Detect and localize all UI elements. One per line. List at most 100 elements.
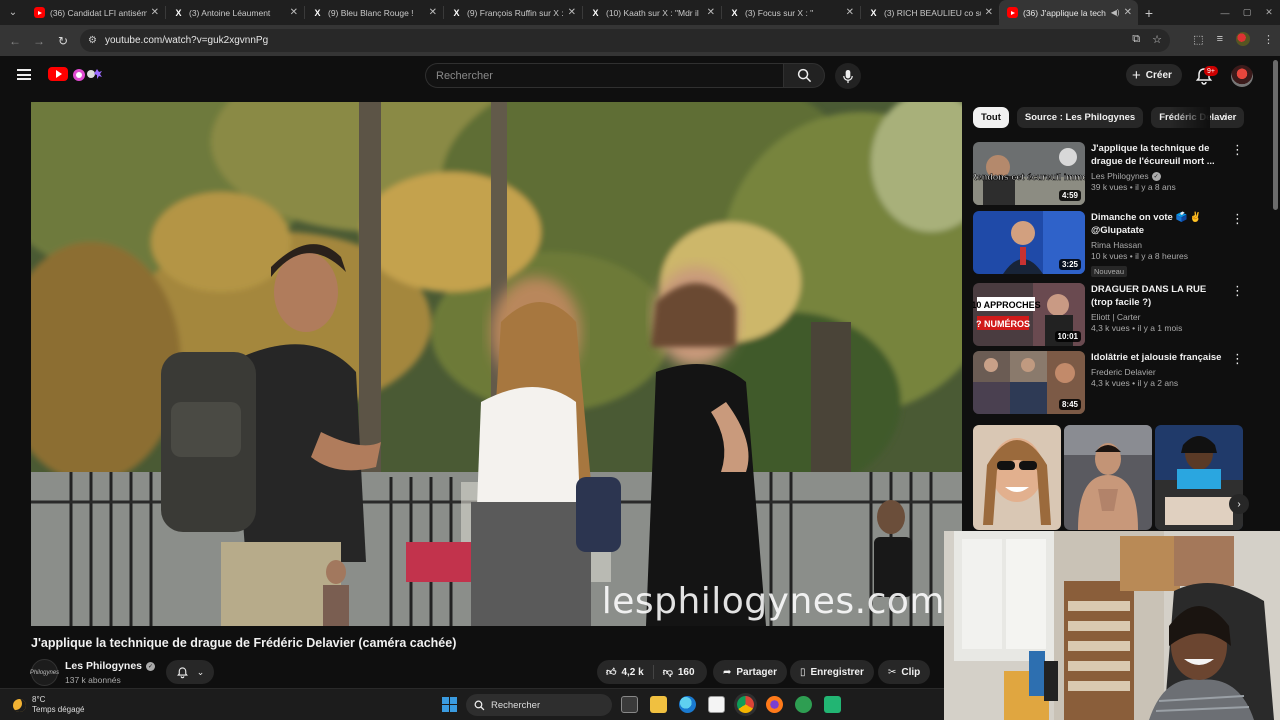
windows-start-icon[interactable] bbox=[442, 697, 457, 712]
browser-tab-4[interactable]: X (9) François Ruffin sur X : ✕ bbox=[443, 0, 582, 25]
address-bar[interactable]: ⚙ youtube.com/watch?v=guk2xgvnnPg ⧉ ☆ bbox=[80, 29, 1170, 52]
clip-button[interactable]: ✂ Clip bbox=[878, 660, 931, 684]
profile-avatar-icon[interactable] bbox=[1236, 32, 1250, 46]
microsoft-store-icon[interactable] bbox=[708, 696, 725, 713]
recommendation-item[interactable]: 3:25 Dimanche on vote 🗳️ ✌️ @Glupatate R… bbox=[973, 211, 1244, 277]
speaker-icon[interactable]: ◀) bbox=[1111, 8, 1120, 17]
x-favicon-icon: X bbox=[870, 7, 877, 18]
channel-avatar[interactable]: Philogynes bbox=[29, 659, 60, 686]
verified-check-icon: ✓ bbox=[1151, 171, 1161, 181]
site-info-icon[interactable]: ⚙ bbox=[88, 35, 97, 46]
search-input[interactable] bbox=[436, 69, 783, 82]
recommendation-thumbnail[interactable]: 3:25 bbox=[973, 211, 1085, 274]
weather-widget[interactable]: 8°C Temps dégagé bbox=[13, 695, 84, 715]
channel-name[interactable]: Les Philogynes ✓ bbox=[65, 660, 156, 672]
chip-source[interactable]: Source : Les Philogynes bbox=[1016, 107, 1144, 128]
chrome-icon[interactable] bbox=[737, 696, 754, 713]
search-button[interactable] bbox=[783, 63, 825, 88]
notification-count-badge: 9+ bbox=[1204, 66, 1218, 76]
recommendation-item[interactable]: 10 APPROCHES ? NUMÉROS 10:01 DRAGUER DAN… bbox=[973, 283, 1244, 347]
browser-menu-icon[interactable]: ⋮ bbox=[1263, 33, 1274, 46]
chevron-right-icon[interactable]: › bbox=[1217, 110, 1233, 124]
account-avatar[interactable] bbox=[1231, 65, 1253, 87]
tab-title: (3) RICH BEAULIEU co sur bbox=[884, 7, 981, 18]
menu-icon[interactable] bbox=[17, 69, 31, 80]
youtube-logo-icon[interactable] bbox=[48, 67, 68, 81]
green-app-icon[interactable] bbox=[824, 696, 841, 713]
forward-icon[interactable]: → bbox=[27, 34, 51, 48]
save-button[interactable]: ▯ Enregistrer bbox=[790, 660, 874, 684]
dislike-button[interactable]: 👎︎ 160 bbox=[654, 660, 704, 684]
task-view-icon[interactable] bbox=[621, 696, 638, 713]
tab-close-icon[interactable]: ✕ bbox=[985, 7, 993, 18]
recommendation-thumbnail[interactable]: 10 APPROCHES ? NUMÉROS 10:01 bbox=[973, 283, 1085, 346]
recommendation-item[interactable]: Rendons cet écureuil immo 4:59 J'appliqu… bbox=[973, 142, 1244, 206]
chip-all[interactable]: Tout bbox=[973, 107, 1009, 128]
browser-tab-5[interactable]: X (10) Kaath sur X : "Mdr il ✕ bbox=[582, 0, 721, 25]
moon-icon bbox=[13, 698, 26, 712]
tab-close-icon[interactable]: ✕ bbox=[151, 7, 159, 18]
tab-close-icon[interactable]: ✕ bbox=[429, 7, 437, 18]
short-thumbnail[interactable] bbox=[1064, 425, 1152, 530]
reading-list-icon[interactable]: ≡ bbox=[1217, 33, 1223, 45]
video-player[interactable]: lesphilogynes.com bbox=[31, 102, 962, 626]
browser-tab-1[interactable]: (36) Candidat LFI antisém ✕ bbox=[26, 0, 165, 25]
tab-close-icon[interactable]: ✕ bbox=[290, 7, 298, 18]
minimize-icon[interactable]: — bbox=[1214, 8, 1236, 18]
back-icon[interactable]: ← bbox=[3, 34, 27, 48]
taskbar-search[interactable]: Rechercher bbox=[466, 694, 612, 716]
close-window-icon[interactable]: ✕ bbox=[1258, 7, 1280, 18]
tab-search-chevron-icon[interactable]: ⌄ bbox=[0, 0, 26, 25]
firefox-icon[interactable] bbox=[766, 696, 783, 713]
bookmark-star-icon[interactable]: ☆ bbox=[1152, 33, 1162, 46]
like-button[interactable]: 👍︎ 4,2 k bbox=[597, 660, 653, 684]
channel-name-label: Les Philogynes bbox=[65, 660, 143, 672]
tab-close-icon[interactable]: ✕ bbox=[846, 7, 854, 18]
recommendation-thumbnail[interactable]: 8:45 bbox=[973, 351, 1085, 414]
reload-icon[interactable]: ↻ bbox=[51, 34, 75, 48]
more-options-icon[interactable]: ⋮ bbox=[1231, 212, 1244, 225]
recommendation-channel[interactable]: Frederic Delavier bbox=[1091, 367, 1229, 377]
voice-search-button[interactable] bbox=[835, 63, 861, 89]
edge-browser-icon[interactable] bbox=[679, 696, 696, 713]
extensions-icon[interactable]: ⬚ bbox=[1193, 33, 1203, 46]
file-explorer-icon[interactable] bbox=[650, 696, 667, 713]
tab-close-icon[interactable]: ✕ bbox=[1124, 7, 1132, 18]
x-favicon-icon: X bbox=[314, 7, 321, 18]
subscription-notifications-button[interactable]: ⌄ bbox=[166, 660, 214, 684]
more-options-icon[interactable]: ⋮ bbox=[1231, 143, 1244, 156]
short-thumbnail[interactable] bbox=[1155, 425, 1243, 530]
short-thumbnail[interactable] bbox=[973, 425, 1061, 530]
browser-tab-7[interactable]: X (3) RICH BEAULIEU co sur ✕ bbox=[860, 0, 999, 25]
browser-tab-6[interactable]: X (3) Focus sur X : " ✕ bbox=[721, 0, 860, 25]
app-icon[interactable] bbox=[795, 696, 812, 713]
share-button[interactable]: ➦ Partager bbox=[713, 660, 787, 684]
short-image bbox=[1155, 425, 1243, 530]
maximize-icon[interactable]: ▢ bbox=[1236, 7, 1258, 18]
clip-action: ✂ Clip bbox=[878, 660, 931, 684]
search-field[interactable] bbox=[425, 63, 783, 88]
page-scrollbar[interactable] bbox=[1273, 60, 1278, 210]
shorts-next-button[interactable]: › bbox=[1229, 494, 1249, 514]
recommendation-channel[interactable]: Rima Hassan bbox=[1091, 240, 1229, 250]
browser-tab-3[interactable]: X (9) Bleu Blanc Rouge ! ✕ bbox=[304, 0, 443, 25]
tab-close-icon[interactable]: ✕ bbox=[568, 7, 576, 18]
browser-tab-2[interactable]: X (3) Antoine Léaument ✕ bbox=[165, 0, 304, 25]
install-app-icon[interactable]: ⧉ bbox=[1132, 33, 1140, 46]
recommendation-thumbnail[interactable]: Rendons cet écureuil immo 4:59 bbox=[973, 142, 1085, 205]
youtube-doodle-icon[interactable] bbox=[71, 65, 107, 83]
recommendation-channel[interactable]: Les Philogynes ✓ bbox=[1091, 171, 1229, 181]
recommendation-item[interactable]: 8:45 Idolâtrie et jalousie française Fre… bbox=[973, 351, 1244, 415]
browser-tab-active[interactable]: (36) J'applique la tech ◀) ✕ bbox=[999, 0, 1138, 25]
recommendation-channel[interactable]: Eliott | Carter bbox=[1091, 312, 1229, 322]
recommendation-meta: 10 k vues • il y a 8 heures bbox=[1091, 251, 1188, 261]
recommendation-title: Idolâtrie et jalousie française bbox=[1091, 352, 1222, 363]
channel-avatar-text: Philogynes bbox=[29, 669, 60, 676]
create-button[interactable]: + Créer bbox=[1126, 64, 1182, 86]
window-controls: — ▢ ✕ bbox=[1214, 0, 1280, 25]
more-options-icon[interactable]: ⋮ bbox=[1231, 352, 1244, 365]
new-tab-button[interactable]: + bbox=[1138, 5, 1160, 21]
tab-close-icon[interactable]: ✕ bbox=[707, 7, 715, 18]
more-options-icon[interactable]: ⋮ bbox=[1231, 284, 1244, 297]
x-favicon-icon: X bbox=[175, 7, 182, 18]
